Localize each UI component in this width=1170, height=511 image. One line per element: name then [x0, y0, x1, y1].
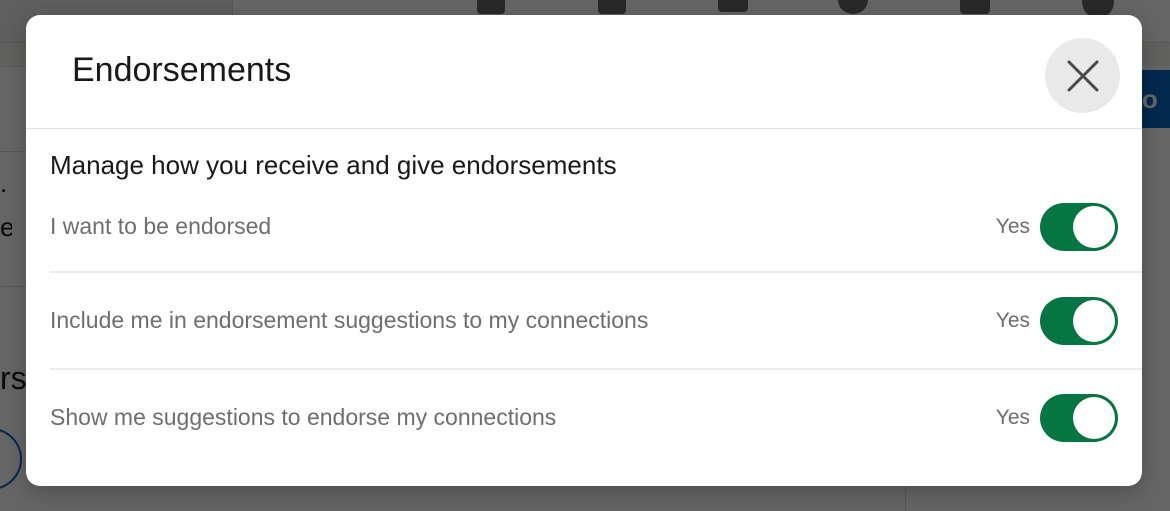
show-suggestions-toggle[interactable]	[1040, 393, 1118, 442]
setting-row-include-in-suggestions: Include me in endorsement suggestions to…	[50, 273, 1142, 370]
setting-row-be-endorsed: I want to be endorsed Yes	[50, 182, 1142, 273]
toggle-state-label: Yes	[995, 308, 1030, 332]
section-heading: Manage how you receive and give endorsem…	[50, 150, 617, 180]
be-endorsed-toggle[interactable]	[1040, 202, 1118, 251]
toggle-group: Yes	[995, 296, 1118, 345]
toggle-group: Yes	[995, 202, 1118, 251]
setting-label: Include me in endorsement suggestions to…	[50, 307, 649, 333]
toggle-group: Yes	[995, 393, 1118, 442]
setting-row-show-suggestions: Show me suggestions to endorse my connec…	[50, 370, 1142, 465]
toggle-knob	[1073, 205, 1115, 248]
setting-label: I want to be endorsed	[50, 213, 272, 239]
close-icon	[1067, 60, 1098, 91]
dialog-header: Endorsements	[26, 15, 1142, 129]
dialog-title: Endorsements	[72, 51, 292, 89]
toggle-knob	[1073, 396, 1115, 439]
close-button[interactable]	[1045, 38, 1120, 113]
dialog-body: Manage how you receive and give endorsem…	[26, 148, 1142, 465]
endorsements-dialog: Endorsements Manage how you receive and …	[26, 15, 1142, 486]
toggle-state-label: Yes	[995, 214, 1030, 238]
include-in-suggestions-toggle[interactable]	[1040, 296, 1118, 345]
toggle-state-label: Yes	[995, 405, 1030, 429]
toggle-knob	[1073, 299, 1115, 342]
setting-label: Show me suggestions to endorse my connec…	[50, 404, 557, 430]
